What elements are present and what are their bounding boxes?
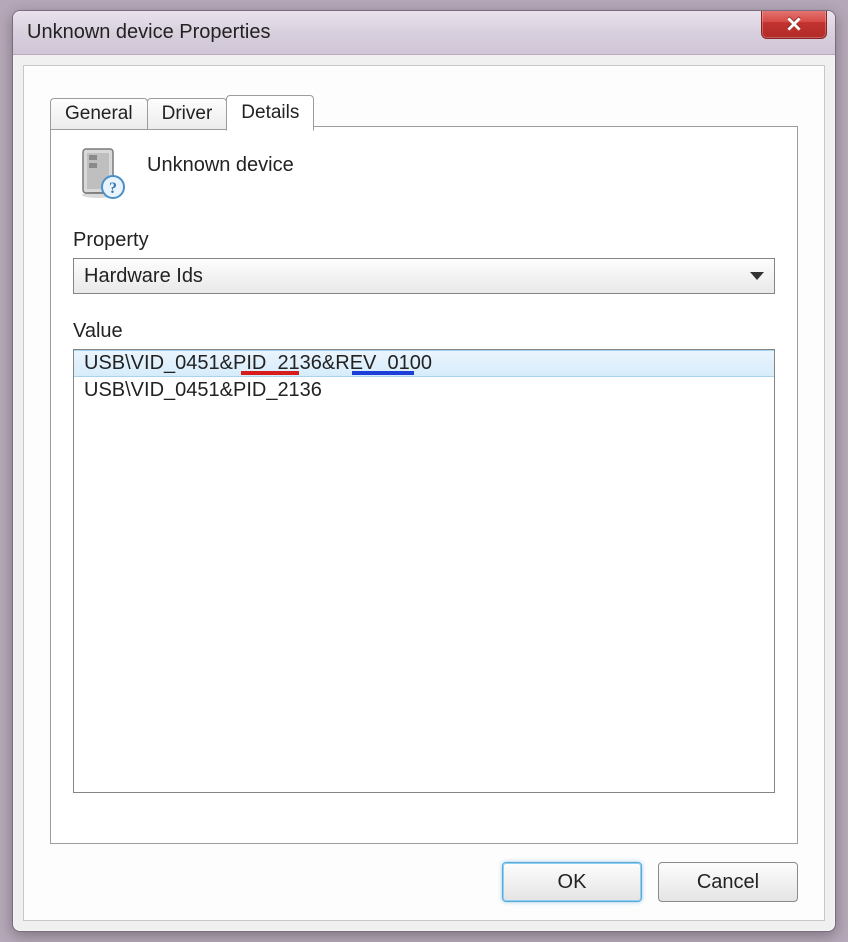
close-button[interactable] (761, 10, 827, 39)
annotation-underline-blue (352, 371, 414, 375)
cancel-button[interactable]: Cancel (658, 862, 798, 902)
device-icon: ? (73, 145, 129, 201)
device-header: ? Unknown device (73, 145, 775, 201)
device-name-label: Unknown device (147, 154, 294, 177)
window-title: Unknown device Properties (27, 21, 270, 44)
list-item[interactable]: USB\VID_0451&PID_2136 (74, 377, 774, 404)
property-selected-value: Hardware Ids (84, 265, 203, 288)
properties-dialog: Unknown device Properties General Driver… (12, 10, 836, 932)
tab-details[interactable]: Details (226, 95, 314, 131)
property-dropdown[interactable]: Hardware Ids (73, 258, 775, 294)
tab-driver[interactable]: Driver (147, 98, 228, 130)
close-icon (785, 15, 803, 33)
ok-button[interactable]: OK (502, 862, 642, 902)
value-label: Value (73, 320, 775, 343)
property-label: Property (73, 229, 775, 252)
value-listbox[interactable]: USB\VID_0451&PID_2136&REV_0100 USB\VID_0… (73, 349, 775, 793)
tabpanel-details: ? Unknown device Property Hardware Ids V… (50, 126, 798, 844)
list-item-text: USB\VID_0451&PID_2136 (84, 379, 322, 401)
chevron-down-icon (750, 272, 764, 280)
tabstrip: General Driver Details (50, 94, 313, 130)
list-item[interactable]: USB\VID_0451&PID_2136&REV_0100 (74, 350, 774, 377)
titlebar[interactable]: Unknown device Properties (13, 11, 835, 55)
svg-text:?: ? (109, 180, 117, 197)
dialog-buttons: OK Cancel (502, 862, 798, 902)
annotation-underline-red (241, 371, 299, 375)
client-area: General Driver Details ? Unknow (23, 65, 825, 921)
tab-general[interactable]: General (50, 98, 148, 130)
